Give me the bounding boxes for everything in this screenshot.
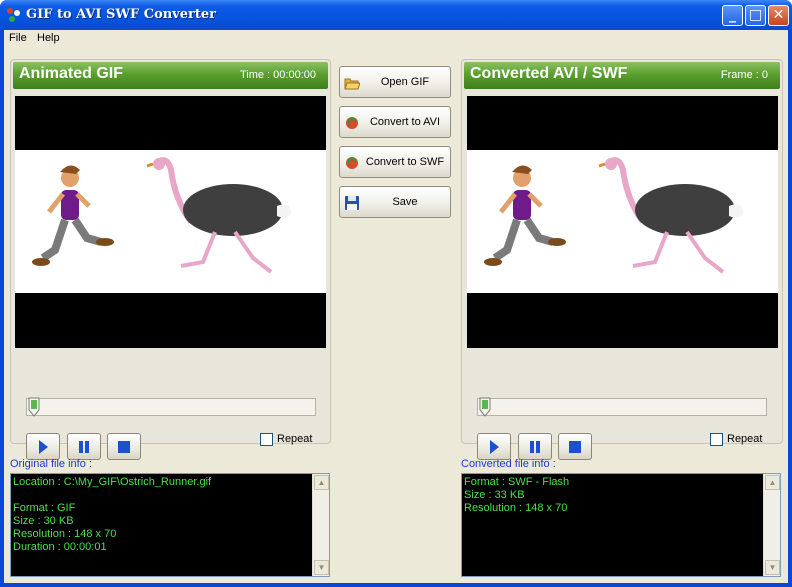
animated-gif-panel: Animated GIF Time : 00:00:00 Repeat bbox=[10, 59, 331, 460]
preview-frame bbox=[15, 150, 326, 293]
gif-controls bbox=[26, 433, 144, 460]
converted-preview bbox=[467, 96, 778, 348]
stop-icon bbox=[118, 441, 130, 453]
convert-avi-label: Convert to AVI bbox=[369, 116, 441, 128]
original-info-text: Location : C:\My_GIF\Ostrich_Runner.gif … bbox=[13, 476, 212, 553]
slider-thumb-icon[interactable] bbox=[479, 397, 491, 417]
play-icon bbox=[490, 440, 499, 454]
original-info-caption: Original file info : bbox=[10, 458, 92, 470]
converted-seek-slider[interactable] bbox=[477, 397, 767, 417]
pause-button[interactable] bbox=[67, 433, 101, 460]
slider-thumb-icon[interactable] bbox=[28, 397, 40, 417]
stop-icon bbox=[569, 441, 581, 453]
original-info-scrollbar[interactable]: ▲ ▼ bbox=[312, 474, 329, 576]
scroll-up-icon[interactable]: ▲ bbox=[765, 475, 780, 490]
close-icon: ✕ bbox=[772, 7, 785, 23]
panel-header: Converted AVI / SWF Frame : 0 bbox=[464, 62, 780, 89]
converted-repeat-toggle[interactable]: Repeat bbox=[710, 433, 772, 447]
app-window: GIF to AVI SWF Converter _ □ ✕ File Help… bbox=[0, 0, 792, 587]
app-icon bbox=[7, 8, 20, 22]
folder-open-icon bbox=[344, 78, 360, 90]
converted-info-scrollbar[interactable]: ▲ ▼ bbox=[763, 474, 780, 576]
gif-preview bbox=[15, 96, 326, 348]
client-area: File Help Animated GIF Time : 00:00:00 R… bbox=[4, 30, 788, 583]
pause-icon bbox=[530, 441, 540, 453]
gif-repeat-toggle[interactable]: Repeat bbox=[260, 433, 322, 447]
scroll-down-icon[interactable]: ▼ bbox=[314, 560, 329, 575]
convert-swf-icon bbox=[346, 157, 358, 169]
save-button[interactable]: Save bbox=[339, 186, 451, 218]
converted-info-box[interactable]: Format : SWF - Flash Size : 33 KB Resolu… bbox=[461, 473, 781, 577]
stop-button[interactable] bbox=[558, 433, 592, 460]
title-bar[interactable]: GIF to AVI SWF Converter _ □ ✕ bbox=[0, 0, 792, 30]
maximize-icon: □ bbox=[748, 7, 763, 23]
panel-title: Converted AVI / SWF bbox=[470, 65, 628, 82]
minimize-icon: _ bbox=[729, 7, 736, 23]
repeat-checkbox[interactable] bbox=[260, 433, 273, 446]
convert-to-swf-button[interactable]: Convert to SWF bbox=[339, 146, 451, 178]
play-button[interactable] bbox=[477, 433, 511, 460]
repeat-label: Repeat bbox=[727, 433, 763, 445]
panel-title: Animated GIF bbox=[19, 65, 124, 82]
gif-seek-slider[interactable] bbox=[26, 397, 316, 417]
close-button[interactable]: ✕ bbox=[768, 5, 789, 26]
original-info-box[interactable]: Location : C:\My_GIF\Ostrich_Runner.gif … bbox=[10, 473, 330, 577]
play-icon bbox=[39, 440, 48, 454]
stop-button[interactable] bbox=[107, 433, 141, 460]
scroll-down-icon[interactable]: ▼ bbox=[765, 560, 780, 575]
pause-button[interactable] bbox=[518, 433, 552, 460]
menu-bar: File Help bbox=[4, 30, 788, 48]
menu-help[interactable]: Help bbox=[33, 32, 64, 44]
open-gif-label: Open GIF bbox=[380, 76, 430, 88]
panel-header: Animated GIF Time : 00:00:00 bbox=[13, 62, 328, 89]
maximize-button[interactable]: □ bbox=[745, 5, 766, 26]
menu-file[interactable]: File bbox=[5, 32, 31, 44]
minimize-button[interactable]: _ bbox=[722, 5, 743, 26]
open-gif-button[interactable]: Open GIF bbox=[339, 66, 451, 98]
repeat-label: Repeat bbox=[277, 433, 313, 445]
converted-controls bbox=[477, 433, 595, 460]
play-button[interactable] bbox=[26, 433, 60, 460]
preview-frame bbox=[467, 150, 778, 293]
runner-ostrich-image bbox=[32, 157, 291, 274]
runner-ostrich-image bbox=[484, 157, 743, 274]
scroll-up-icon[interactable]: ▲ bbox=[314, 475, 329, 490]
converted-panel: Converted AVI / SWF Frame : 0 Repeat bbox=[461, 59, 783, 460]
window-title: GIF to AVI SWF Converter bbox=[26, 7, 216, 22]
repeat-checkbox[interactable] bbox=[710, 433, 723, 446]
pause-icon bbox=[79, 441, 89, 453]
time-readout: Time : 00:00:00 bbox=[239, 69, 316, 81]
converted-info-text: Format : SWF - Flash Size : 33 KB Resolu… bbox=[464, 476, 570, 514]
save-label: Save bbox=[392, 196, 418, 208]
frame-readout: Frame : 0 bbox=[720, 69, 768, 81]
convert-swf-label: Convert to SWF bbox=[365, 156, 445, 168]
convert-to-avi-button[interactable]: Convert to AVI bbox=[339, 106, 451, 138]
floppy-disk-icon bbox=[345, 196, 359, 210]
converted-info-caption: Converted file info : bbox=[461, 458, 556, 470]
convert-avi-icon bbox=[346, 117, 358, 129]
